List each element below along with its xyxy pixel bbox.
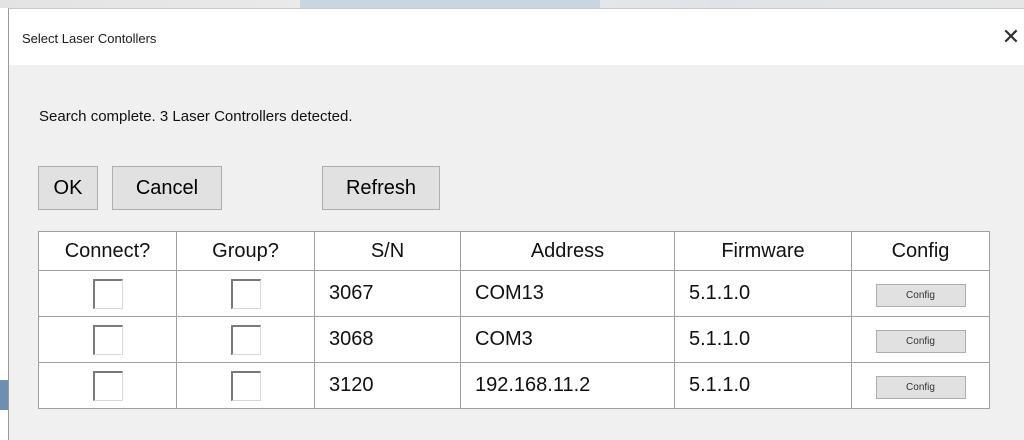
connect-checkbox[interactable] [92, 324, 123, 355]
ok-button[interactable]: OK [38, 166, 98, 210]
column-header-group[interactable]: Group? [176, 231, 315, 271]
group-cell [176, 362, 315, 409]
background-window-edge [0, 380, 8, 410]
table-row: 3068 COM3 5.1.1.0 Config [38, 316, 990, 363]
background-window-accent [300, 0, 600, 8]
table-row: 3067 COM13 5.1.1.0 Config [38, 270, 990, 317]
controllers-table: Connect? Group? S/N Address Firmware Con… [38, 231, 990, 409]
address-cell: 192.168.11.2 [460, 362, 675, 409]
column-header-sn[interactable]: S/N [314, 231, 461, 271]
table-row: 3120 192.168.11.2 5.1.1.0 Config [38, 362, 990, 409]
serial-number-cell: 3120 [314, 362, 461, 409]
config-cell: Config [851, 316, 990, 363]
config-button[interactable]: Config [875, 375, 966, 399]
firmware-cell: 5.1.1.0 [674, 362, 852, 409]
background-window-strip [0, 0, 1024, 8]
firmware-cell: 5.1.1.0 [674, 316, 852, 363]
group-checkbox[interactable] [230, 370, 261, 401]
title-bar: Select Laser Contollers ✕ [9, 9, 1024, 65]
group-checkbox[interactable] [230, 278, 261, 309]
table-header-row: Connect? Group? S/N Address Firmware Con… [38, 231, 990, 271]
column-header-config[interactable]: Config [851, 231, 990, 271]
cancel-button[interactable]: Cancel [112, 166, 222, 210]
serial-number-cell: 3068 [314, 316, 461, 363]
column-header-connect[interactable]: Connect? [38, 231, 177, 271]
connect-cell [38, 316, 177, 363]
config-cell: Config [851, 362, 990, 409]
group-cell [176, 270, 315, 317]
group-cell [176, 316, 315, 363]
connect-checkbox[interactable] [92, 370, 123, 401]
address-cell: COM13 [460, 270, 675, 317]
connect-cell [38, 270, 177, 317]
config-button[interactable]: Config [875, 329, 966, 353]
config-cell: Config [851, 270, 990, 317]
group-checkbox[interactable] [230, 324, 261, 355]
refresh-button[interactable]: Refresh [322, 166, 440, 210]
close-icon[interactable]: ✕ [997, 23, 1024, 51]
column-header-address[interactable]: Address [460, 231, 675, 271]
column-header-firmware[interactable]: Firmware [674, 231, 852, 271]
search-status-text: Search complete. 3 Laser Controllers det… [39, 108, 353, 125]
serial-number-cell: 3067 [314, 270, 461, 317]
connect-checkbox[interactable] [92, 278, 123, 309]
address-cell: COM3 [460, 316, 675, 363]
firmware-cell: 5.1.1.0 [674, 270, 852, 317]
connect-cell [38, 362, 177, 409]
config-button[interactable]: Config [875, 283, 966, 307]
select-laser-controllers-dialog: Select Laser Contollers ✕ Search complet… [8, 8, 1024, 440]
dialog-title: Select Laser Contollers [22, 31, 157, 46]
